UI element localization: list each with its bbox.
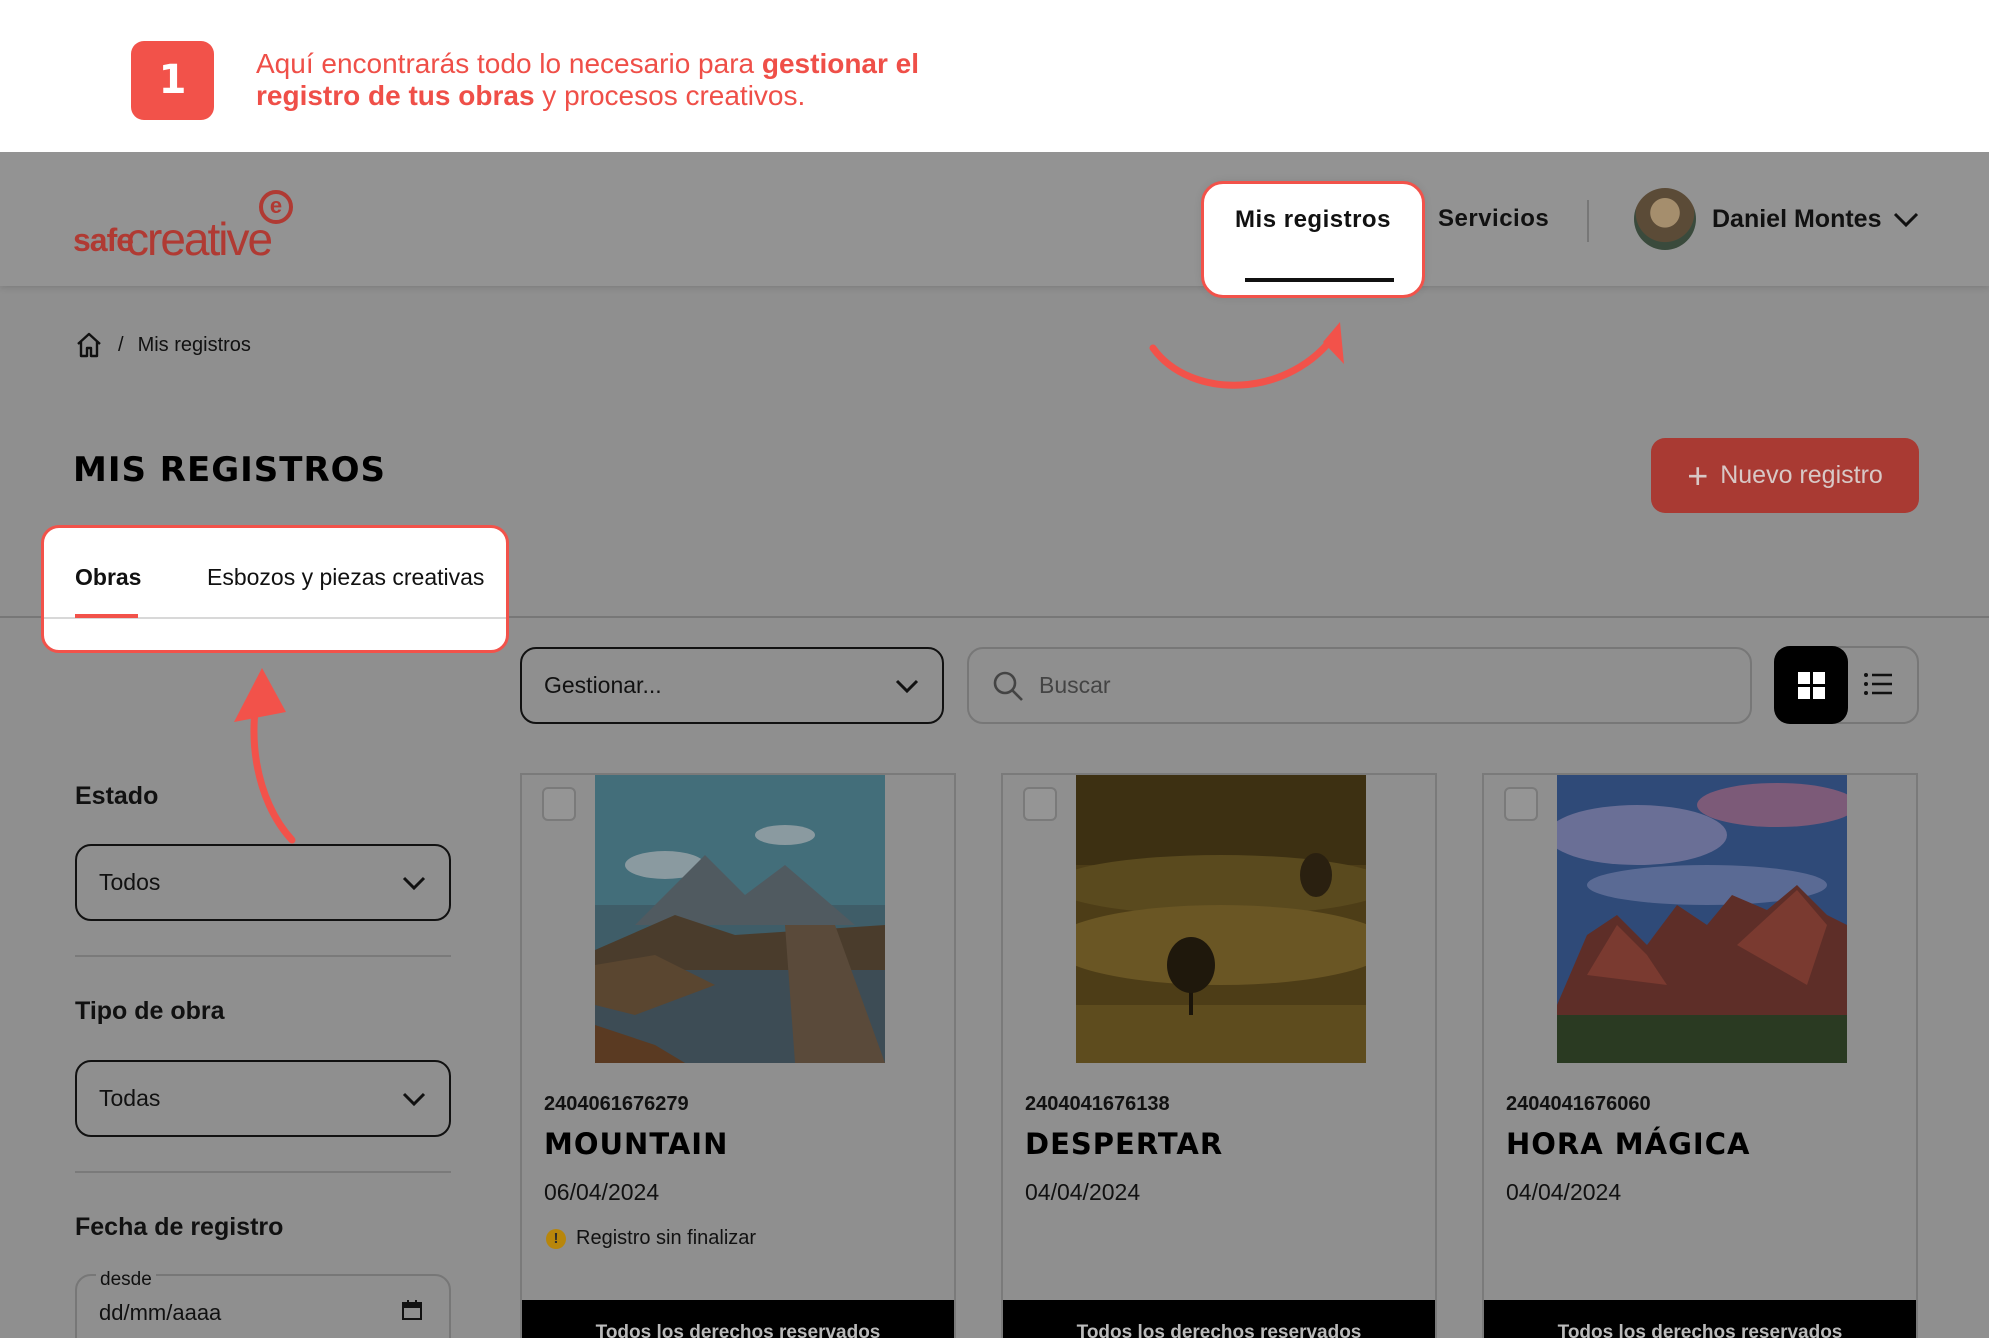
filter-estado-value: Todos <box>99 869 161 895</box>
breadcrumb-current: Mis registros <box>137 333 251 356</box>
nav-mis-registros[interactable]: Mis registros <box>1204 206 1422 234</box>
card-title[interactable]: HORA MÁGICA <box>1506 1127 1750 1161</box>
filter-divider <box>75 1171 451 1173</box>
safecreative-logo[interactable]: safe creative e <box>73 188 303 265</box>
chevron-down-icon <box>402 876 426 890</box>
work-card[interactable]: 2404061676279 MOUNTAIN 06/04/2024 ! Regi… <box>520 773 956 1338</box>
chevron-down-icon[interactable] <box>1892 210 1920 230</box>
grid-icon <box>1798 672 1825 699</box>
grid-view-button[interactable] <box>1774 646 1848 724</box>
tab-active-indicator <box>75 614 138 618</box>
card-thumbnail-mountain <box>595 775 885 1063</box>
card-checkbox[interactable] <box>1023 787 1057 821</box>
card-code: 2404041676060 <box>1506 1093 1651 1115</box>
card-date: 04/04/2024 <box>1506 1179 1622 1205</box>
logo-creative-text: creative <box>126 213 273 265</box>
tab-obras[interactable]: Obras <box>75 564 141 591</box>
nav-mis-registros-highlight[interactable]: Mis registros <box>1201 181 1425 298</box>
warning-icon: ! <box>546 1228 566 1249</box>
work-card[interactable]: 2404041676138 DESPERTAR 04/04/2024 Todos… <box>1001 773 1437 1338</box>
nav-divider <box>1587 200 1589 242</box>
card-footer: Todos los derechos reservados <box>522 1300 954 1338</box>
card-status-text: Registro sin finalizar <box>576 1227 757 1249</box>
filter-tipo-value: Todas <box>99 1085 161 1111</box>
card-date: 06/04/2024 <box>544 1179 660 1205</box>
tab-esbozos[interactable]: Esbozos y piezas creativas <box>207 564 484 591</box>
tutorial-text: Aquí encontrarás todo lo necesario para … <box>256 48 1016 112</box>
card-footer: Todos los derechos reservados <box>1003 1300 1435 1338</box>
page-title: MIS REGISTROS <box>73 450 387 490</box>
date-from-label: desde <box>96 1269 156 1291</box>
card-checkbox[interactable] <box>1504 787 1538 821</box>
card-thumbnail-hora-magica <box>1557 775 1847 1063</box>
work-card[interactable]: 2404041676060 HORA MÁGICA 04/04/2024 Tod… <box>1482 773 1918 1338</box>
top-header: safe creative e Servicios Daniel Montes <box>0 152 1989 286</box>
logo-mark-icon: e <box>259 190 293 224</box>
manage-select[interactable]: Gestionar... <box>520 647 944 724</box>
new-registro-label: Nuevo registro <box>1720 461 1883 489</box>
search-box[interactable] <box>967 647 1752 724</box>
tabs-highlight: Obras Esbozos y piezas creativas <box>41 525 509 653</box>
chevron-down-icon <box>895 679 919 693</box>
card-checkbox[interactable] <box>542 787 576 821</box>
card-title[interactable]: DESPERTAR <box>1025 1127 1223 1161</box>
filter-tipo-select[interactable]: Todas <box>75 1060 451 1137</box>
new-registro-button[interactable]: + Nuevo registro <box>1651 438 1919 513</box>
tutorial-banner: 1 Aquí encontrarás todo lo necesario par… <box>0 0 1989 152</box>
user-avatar[interactable] <box>1634 188 1696 250</box>
nav-active-underline <box>1245 278 1394 282</box>
card-thumbnail-despertar <box>1076 775 1366 1063</box>
nav-servicios[interactable]: Servicios <box>1438 205 1549 233</box>
filter-fecha-label: Fecha de registro <box>75 1213 284 1241</box>
breadcrumb: / Mis registros <box>74 328 251 362</box>
card-status: ! Registro sin finalizar <box>546 1227 756 1250</box>
user-name[interactable]: Daniel Montes <box>1712 205 1881 234</box>
filter-divider <box>75 955 451 957</box>
breadcrumb-separator: / <box>118 333 124 356</box>
card-footer: Todos los derechos reservados <box>1484 1300 1916 1338</box>
search-icon <box>993 671 1023 701</box>
step-number-badge: 1 <box>131 41 214 120</box>
tutorial-text-part1: Aquí encontrarás todo lo necesario para <box>256 48 762 79</box>
plus-icon: + <box>1687 454 1709 496</box>
home-icon[interactable] <box>74 330 104 360</box>
filter-estado-select[interactable]: Todos <box>75 844 451 921</box>
chevron-down-icon <box>402 1092 426 1106</box>
manage-select-value: Gestionar... <box>544 672 662 698</box>
list-view-icon[interactable] <box>1862 668 1894 700</box>
filter-tipo-label: Tipo de obra <box>75 997 225 1025</box>
card-title[interactable]: MOUNTAIN <box>544 1127 728 1161</box>
date-from-input[interactable]: dd/mm/aaaa <box>99 1300 221 1326</box>
app-screen: safe creative e Servicios Daniel Montes … <box>0 152 1989 1338</box>
logo-safe-text: safe <box>73 222 134 258</box>
card-date: 04/04/2024 <box>1025 1179 1141 1205</box>
search-input[interactable] <box>1039 672 1639 699</box>
filter-estado-label: Estado <box>75 782 159 810</box>
card-code: 2404041676138 <box>1025 1093 1170 1115</box>
tutorial-text-part2: y procesos creativos. <box>534 80 806 111</box>
card-code: 2404061676279 <box>544 1093 689 1115</box>
calendar-icon[interactable] <box>400 1298 424 1322</box>
